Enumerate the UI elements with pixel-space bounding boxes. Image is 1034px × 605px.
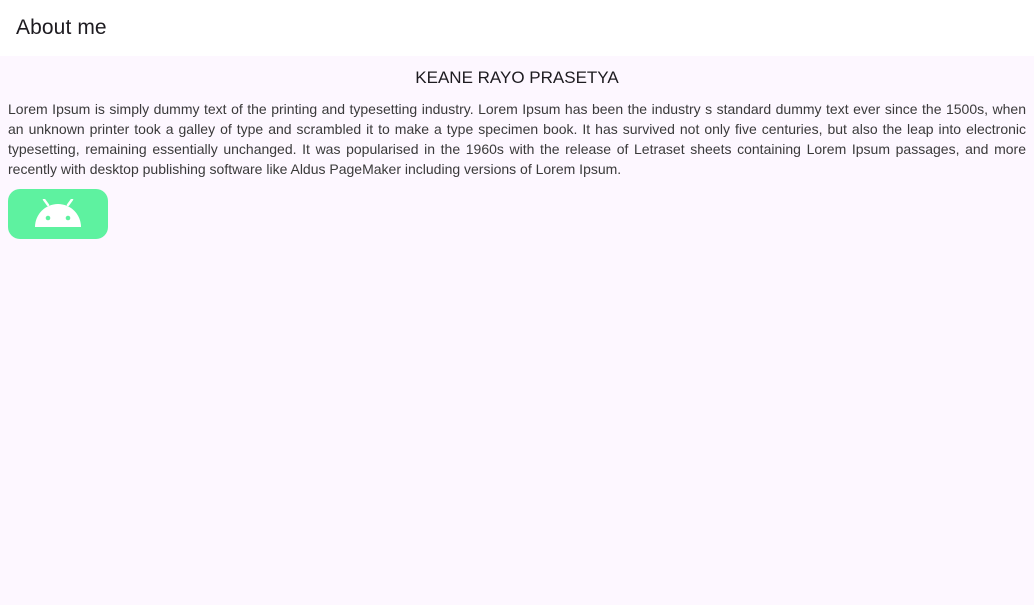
profile-name: KEANE RAYO PRASETYA bbox=[415, 68, 619, 87]
app-bar: About me bbox=[0, 0, 1034, 56]
android-button[interactable] bbox=[8, 189, 108, 239]
about-text: Lorem Ipsum is simply dummy text of the … bbox=[8, 101, 1026, 177]
main-content: KEANE RAYO PRASETYA Lorem Ipsum is simpl… bbox=[0, 56, 1034, 239]
android-icon bbox=[34, 199, 82, 229]
page-title: About me bbox=[16, 16, 107, 39]
